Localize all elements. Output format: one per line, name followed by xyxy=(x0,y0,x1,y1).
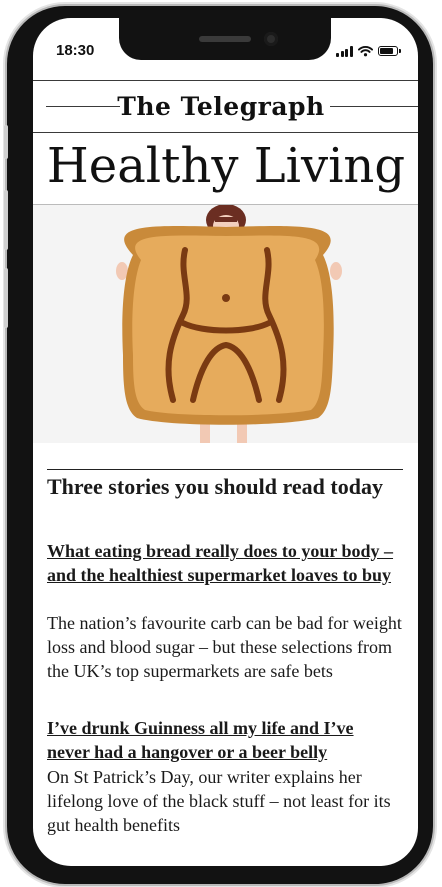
volume-up-button xyxy=(4,190,8,250)
masthead-bottom-rule xyxy=(33,132,418,133)
battery-icon xyxy=(377,46,401,56)
story-summary-1: The nation’s favourite carb can be bad f… xyxy=(47,613,402,681)
hero-image[interactable] xyxy=(33,205,418,443)
silent-switch xyxy=(4,125,8,159)
story-link-2[interactable]: I’ve drunk Guinness all my life and I’ve… xyxy=(47,716,397,764)
fringe xyxy=(215,217,237,222)
hand-right xyxy=(330,262,342,280)
story-link-1[interactable]: What eating bread really does to your bo… xyxy=(47,539,397,587)
status-icons xyxy=(336,44,401,58)
signal-icon xyxy=(336,45,353,57)
status-time: 18:30 xyxy=(56,42,95,59)
speaker-grille xyxy=(199,36,251,42)
battery-fill xyxy=(379,48,393,54)
masthead-top-rule xyxy=(33,80,418,81)
stories-top-rule xyxy=(47,469,403,470)
masthead-rule-right xyxy=(330,106,418,107)
front-camera xyxy=(264,32,278,46)
toast-illustration xyxy=(116,205,342,443)
navel xyxy=(222,294,230,302)
section-title: Healthy Living xyxy=(46,138,406,194)
masthead-rule-left xyxy=(46,106,120,107)
telegraph-logo[interactable]: The Telegraph xyxy=(116,86,326,126)
stories-heading: Three stories you should read today xyxy=(47,474,383,499)
story-summary-2: On St Patrick’s Day, our writer explains… xyxy=(47,767,391,835)
volume-down-button xyxy=(4,268,8,328)
toast-face xyxy=(132,235,324,416)
wifi-icon xyxy=(357,45,373,57)
